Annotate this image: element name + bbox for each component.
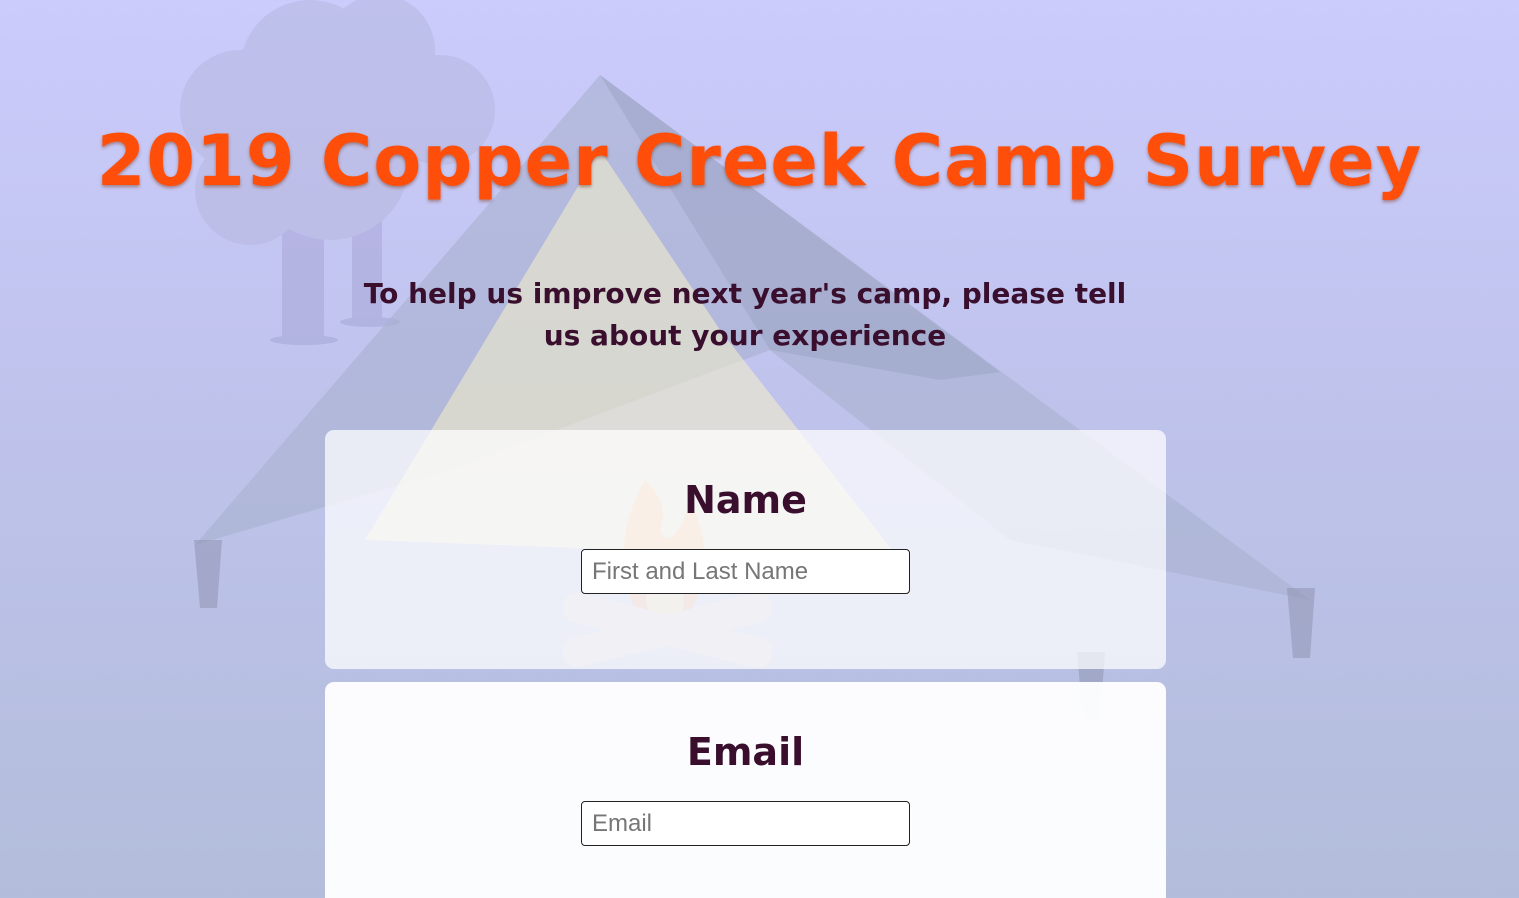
name-input[interactable] [581,549,910,594]
email-question-card: Email [325,682,1166,898]
name-question-card: Name [325,430,1166,669]
email-label: Email [686,730,805,774]
email-input[interactable] [581,801,910,846]
page-title: 2019 Copper Creek Camp Survey [96,120,1423,202]
name-label: Name [684,478,807,522]
page-subtitle: To help us improve next year's camp, ple… [363,277,1127,352]
